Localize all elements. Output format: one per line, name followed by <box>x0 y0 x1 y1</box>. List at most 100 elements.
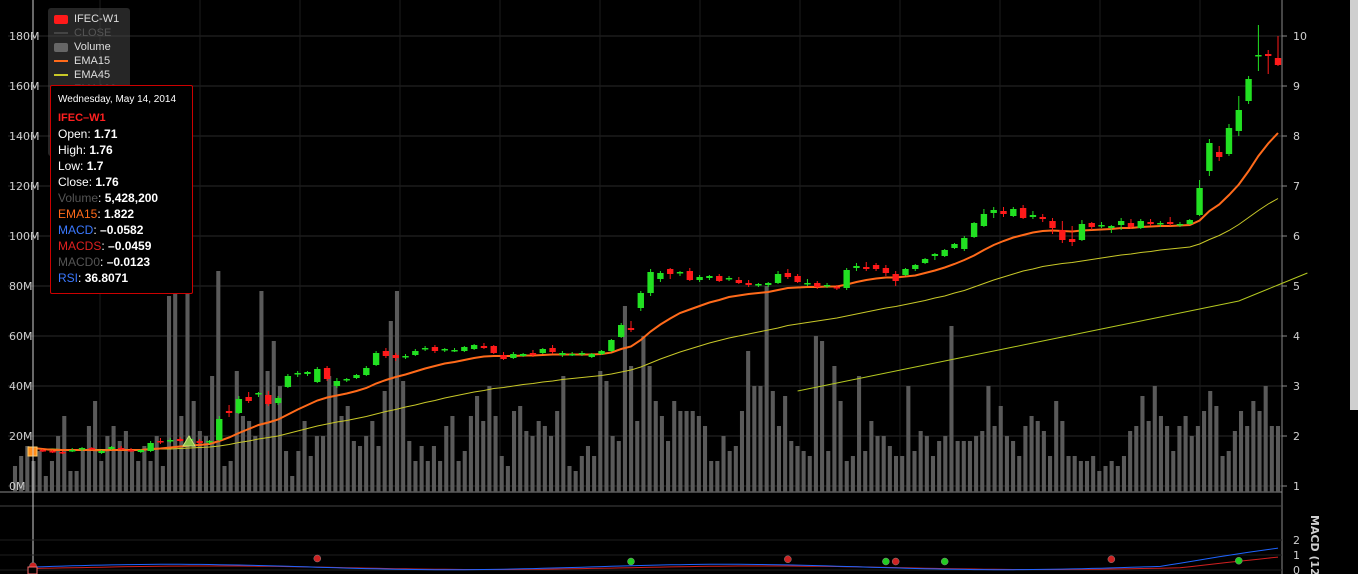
volume-bar <box>641 336 646 492</box>
tooltip-date: Wednesday, May 14, 2014 <box>58 94 177 105</box>
tooltip-row-label: High <box>58 143 83 157</box>
candle-body <box>470 345 478 349</box>
volume-bar <box>93 401 98 492</box>
volume-bar <box>68 471 73 492</box>
volume-bar <box>524 431 529 492</box>
scrollbar-track <box>1350 0 1358 410</box>
candle-body <box>490 346 497 353</box>
volume-bar <box>1232 431 1237 492</box>
legend-item[interactable]: CLOSE <box>54 26 124 40</box>
volume-tick-label: 80M <box>9 280 33 293</box>
volume-bar <box>918 431 923 492</box>
volume-bar <box>530 436 535 492</box>
volume-bar <box>1004 436 1009 492</box>
volume-bar <box>1048 456 1053 492</box>
tooltip-row: High: 1.76 <box>58 143 113 157</box>
tooltip-row: Close: 1.76 <box>58 175 119 189</box>
volume-bar <box>56 436 61 492</box>
legend-item[interactable]: EMA15 <box>54 54 124 68</box>
price-tick-label: 9 <box>1293 80 1300 93</box>
candle-body <box>59 452 66 454</box>
candle-body <box>147 443 154 451</box>
legend-item[interactable]: EMA45 <box>54 68 124 82</box>
volume-bar <box>598 371 603 492</box>
volume-bar <box>425 461 430 492</box>
volume-bar <box>296 451 301 492</box>
volume-bar <box>512 411 517 492</box>
volume-bar <box>672 401 677 492</box>
candle-body <box>255 393 262 395</box>
volume-bar <box>1202 411 1207 492</box>
volume-bar <box>308 456 313 492</box>
candle-body <box>176 439 184 441</box>
volume-bar <box>1084 461 1090 492</box>
macd-axis-label: MACD (12, <box>1308 515 1321 574</box>
volume-bar <box>1091 456 1096 492</box>
volume-bar <box>807 456 812 492</box>
candle-body <box>88 448 96 450</box>
volume-bar <box>431 446 436 492</box>
candle-body <box>1000 211 1007 214</box>
candle-body <box>216 419 223 440</box>
tooltip-row-value: –0.0459 <box>108 239 152 253</box>
tooltip-row-value: 36.8071 <box>84 271 129 285</box>
volume-bar <box>709 461 714 492</box>
volume-bar <box>376 446 381 492</box>
candle-body <box>206 441 213 443</box>
volume-bar <box>974 436 979 492</box>
volume-bar <box>579 456 584 492</box>
candle-body <box>627 328 635 330</box>
legend-item[interactable]: IFEC-W1 <box>54 12 124 26</box>
price-tick-label: 7 <box>1293 180 1300 193</box>
volume-bar <box>1177 426 1182 492</box>
tooltip: Wednesday, May 14, 2014 IFEC–W1 Open: 1.… <box>50 85 193 294</box>
candle-body <box>1196 188 1203 215</box>
volume-bar <box>1245 426 1250 492</box>
volume-bar <box>216 271 221 492</box>
volume-bar <box>838 401 843 492</box>
candle-body <box>245 397 252 401</box>
volume-bar <box>1239 411 1244 492</box>
candle-body <box>1029 215 1037 217</box>
tooltip-row-value: 1.822 <box>104 207 135 221</box>
volume-bar <box>456 461 461 492</box>
volume-tick-label: 120M <box>9 180 40 193</box>
candle-body <box>970 223 978 237</box>
volume-bar <box>863 451 868 492</box>
macd-crosshair-marker <box>27 566 38 574</box>
volume-bar <box>943 436 948 492</box>
volume-bar <box>419 446 424 492</box>
volume-bar <box>653 401 658 492</box>
volume-bar <box>1054 401 1059 492</box>
candle-body <box>294 373 301 375</box>
volume-bar <box>438 461 443 492</box>
candle-body <box>1186 220 1193 224</box>
volume-bar <box>1208 391 1213 492</box>
macd-crossover-marker <box>784 555 792 563</box>
volume-bar <box>271 341 276 492</box>
volume-bar <box>937 441 942 492</box>
tooltip-row-value: –0.0123 <box>106 255 151 269</box>
price-tick-label: 1 <box>1293 480 1300 493</box>
candle-body <box>304 372 311 374</box>
candle-body <box>1019 208 1027 218</box>
volume-bar <box>1134 426 1139 492</box>
volume-bar <box>130 451 135 492</box>
tooltip-row-label: RSI <box>58 271 79 285</box>
volume-bar <box>702 426 708 492</box>
candle-body <box>559 353 566 355</box>
candle-body <box>1049 221 1056 228</box>
volume-bar <box>826 451 831 492</box>
candle-body <box>696 277 703 280</box>
volume-bar <box>881 436 886 492</box>
candle-body <box>745 283 752 285</box>
candle-body <box>1206 143 1213 171</box>
volume-bar <box>1072 456 1077 492</box>
candle-body <box>833 287 841 289</box>
tooltip-rows: Open: 1.71 High: 1.76 Low: 1.7 Close: 1.76 V… <box>58 126 185 286</box>
volume-bar <box>752 386 757 492</box>
candle-body <box>667 269 674 274</box>
volume-bar <box>1011 441 1016 492</box>
chart-canvas[interactable]: 0M 20M 40M 60M 80M 100M 120M 140M 160M 180M 1 2 3 4 5 6… <box>0 0 1358 574</box>
legend-item[interactable]: Volume <box>54 40 124 54</box>
